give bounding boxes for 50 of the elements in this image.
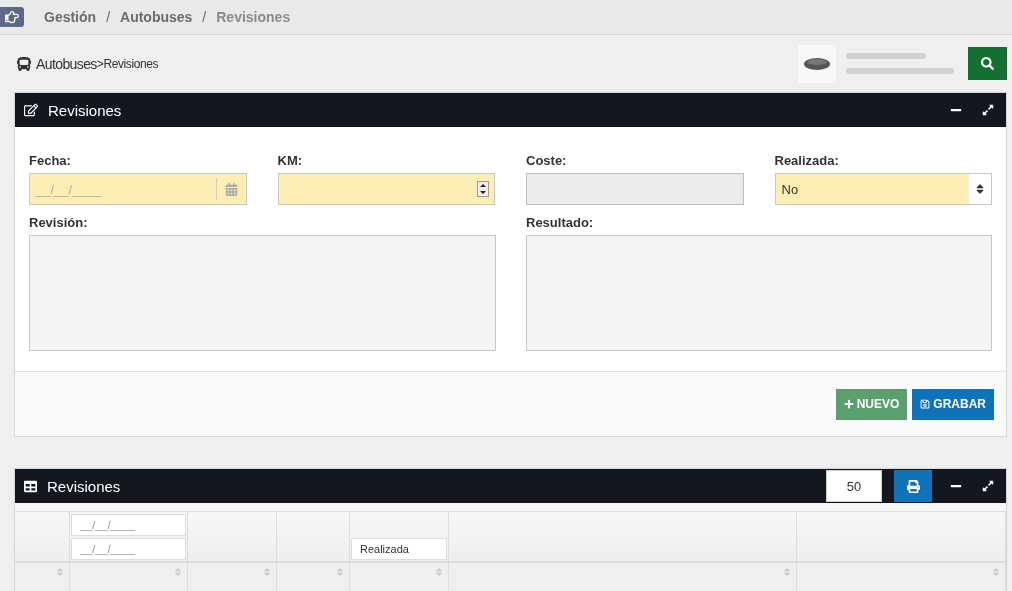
field-label: Resultado:	[526, 215, 595, 230]
breadcrumb-link[interactable]: Gestión	[44, 9, 97, 26]
breadcrumb-separator: /	[106, 9, 110, 26]
field-label: Fecha:	[29, 153, 72, 168]
breadcrumb-separator: /	[202, 9, 207, 26]
panel-title: Revisiones	[48, 101, 123, 119]
date-filter-field[interactable]: __/__/____	[71, 514, 186, 536]
sort-icon[interactable]	[991, 567, 1001, 577]
date-filter-field[interactable]: __/__/____	[71, 538, 186, 560]
sort-icon[interactable]	[262, 567, 272, 577]
sort-arrows-icon	[974, 183, 986, 195]
column-header[interactable]	[70, 561, 188, 591]
spinner-icon[interactable]	[477, 181, 489, 197]
search-icon	[981, 57, 994, 71]
field-label: KM:	[277, 153, 304, 168]
field-label: Realizada:	[774, 153, 840, 168]
select-filter-field[interactable]: Realizada	[351, 538, 447, 560]
printer-icon	[906, 479, 920, 493]
sort-icon[interactable]	[434, 567, 444, 577]
field-label: Revisión:	[29, 215, 89, 230]
print-button[interactable]	[894, 470, 932, 502]
plus-icon	[843, 399, 854, 409]
sort-icon[interactable]	[335, 567, 345, 577]
search-button[interactable]	[968, 47, 1007, 81]
panel-title: Revisiones	[47, 477, 122, 495]
breadcrumb-link[interactable]: Autobuses	[120, 9, 193, 26]
new-button[interactable]: NUEVO	[835, 388, 908, 420]
table-icon	[24, 479, 37, 493]
select-field[interactable]: No	[774, 173, 992, 205]
page-path-parent: Autobuses	[36, 55, 97, 72]
page-path-separator: >	[96, 56, 104, 71]
column-header[interactable]	[188, 561, 277, 591]
text-area[interactable]	[29, 235, 496, 351]
text-area[interactable]	[526, 235, 992, 351]
page-path-current: Revisiones	[103, 56, 159, 71]
sort-icon[interactable]	[782, 567, 792, 577]
edit-icon	[24, 103, 38, 117]
field-label: Coste:	[526, 153, 568, 168]
sort-icon[interactable]	[55, 567, 65, 577]
column-header[interactable]	[797, 561, 1006, 591]
column-header[interactable]	[15, 561, 70, 591]
column-header[interactable]	[350, 561, 449, 591]
column-header[interactable]	[277, 561, 350, 591]
sort-icon[interactable]	[173, 567, 183, 577]
save-button[interactable]: GRABAR	[912, 388, 994, 420]
hand-pointer-button[interactable]	[0, 7, 24, 28]
number-field[interactable]	[277, 173, 495, 205]
column-header[interactable]	[449, 561, 797, 591]
page-size-field[interactable]: 50	[826, 470, 882, 502]
bus-icon	[17, 56, 31, 71]
